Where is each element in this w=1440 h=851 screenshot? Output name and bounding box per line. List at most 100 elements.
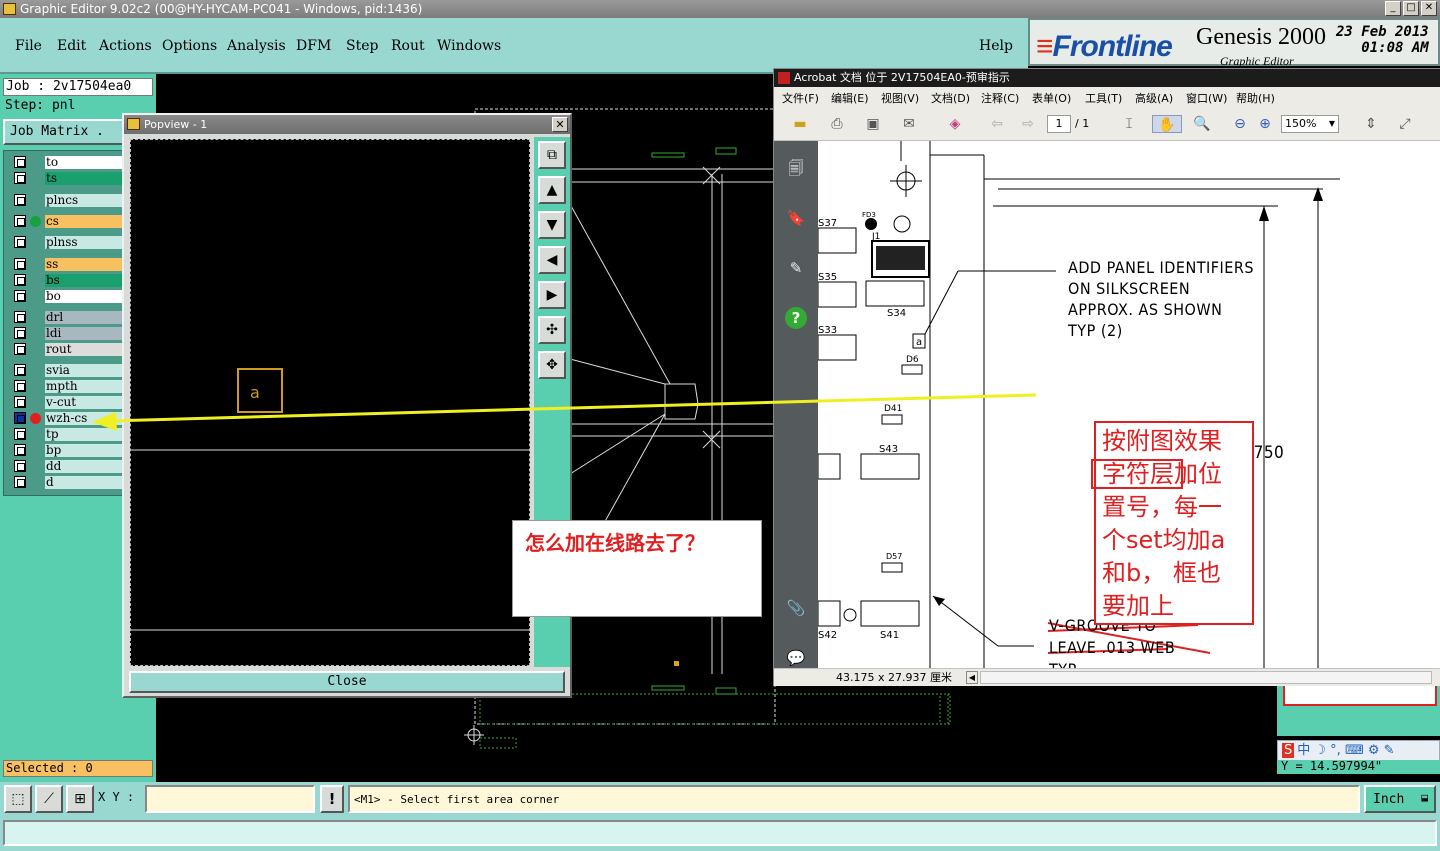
layer-checkbox[interactable] <box>14 215 26 227</box>
layer-name[interactable]: ldi <box>45 326 126 340</box>
layer-checkbox[interactable] <box>14 236 26 248</box>
layer-row-dd[interactable]: dd <box>10 459 126 473</box>
layer-checkbox[interactable] <box>14 444 26 456</box>
xy-input[interactable] <box>145 785 315 813</box>
select-tool-icon[interactable]: ⬚ <box>4 785 32 813</box>
zoom-tool-icon[interactable]: 🔍 <box>1192 115 1212 133</box>
pages-icon[interactable]: 🗐 <box>785 157 807 179</box>
layer-name[interactable]: d <box>45 475 126 489</box>
layer-name[interactable]: wzh-cs <box>45 411 126 425</box>
layer-row-mpth[interactable]: mpth <box>10 379 126 393</box>
page-number-input[interactable]: 1 <box>1047 115 1071 133</box>
layer-name[interactable]: cs <box>45 214 126 228</box>
layer-checkbox[interactable] <box>14 396 26 408</box>
fit-width-icon[interactable]: ⇕ <box>1361 115 1381 133</box>
email-icon[interactable]: ✉ <box>899 115 919 133</box>
layer-row-v-cut[interactable]: v-cut <box>10 395 126 409</box>
acrobat-menu-tools[interactable]: 工具(T) <box>1085 90 1122 106</box>
layer-checkbox[interactable] <box>14 258 26 270</box>
select-text-icon[interactable]: 𝙸 <box>1119 115 1139 133</box>
close-window-button[interactable]: ✕ <box>1421 1 1437 16</box>
layer-row-bo[interactable]: bo <box>10 289 126 303</box>
zoom-out-icon[interactable]: ⊖ <box>1230 115 1250 133</box>
menu-dfm[interactable]: DFM <box>296 38 331 54</box>
layer-row-rout[interactable]: rout <box>10 342 126 356</box>
layer-row-tp[interactable]: tp <box>10 427 126 441</box>
acrobat-menu-window[interactable]: 窗口(W) <box>1186 90 1227 106</box>
layer-row-cs[interactable]: cs <box>10 214 126 228</box>
layer-name[interactable]: bp <box>45 443 126 457</box>
acrobat-menu-edit[interactable]: 编辑(E) <box>831 90 869 106</box>
menu-options[interactable]: Options <box>162 38 217 54</box>
acrobat-menu-view[interactable]: 视图(V) <box>881 90 919 106</box>
unit-select[interactable]: Inch ⬓ <box>1364 785 1436 813</box>
layer-checkbox[interactable] <box>14 156 26 168</box>
zoom-home-icon[interactable]: ⧉ <box>538 141 566 169</box>
layer-checkbox[interactable] <box>14 428 26 440</box>
layer-checkbox[interactable] <box>14 412 26 424</box>
layer-row-plncs[interactable]: plncs <box>10 193 126 207</box>
pan-down-icon[interactable]: ▼ <box>538 211 566 239</box>
layer-checkbox[interactable] <box>14 172 26 184</box>
layer-row-ss[interactable]: ss <box>10 257 126 271</box>
layer-name[interactable]: v-cut <box>45 395 126 409</box>
maximize-button[interactable]: □ <box>1403 1 1419 16</box>
popview-canvas[interactable]: a <box>130 139 530 666</box>
layer-row-bs[interactable]: bs <box>10 273 126 287</box>
layer-name[interactable]: dd <box>45 459 126 473</box>
scroll-left-icon[interactable]: ◀ <box>966 671 978 684</box>
layer-name[interactable]: rout <box>45 342 126 356</box>
layer-checkbox[interactable] <box>14 460 26 472</box>
pdf-page[interactable]: S37 S35 S33 S34 FD3 J1 a D6 D41 S43 D57 … <box>818 141 1440 668</box>
layer-checkbox[interactable] <box>14 311 26 323</box>
layer-name[interactable]: plncs <box>45 193 126 207</box>
layer-checkbox[interactable] <box>14 343 26 355</box>
hand-tool-icon[interactable]: ✋ <box>1152 115 1182 133</box>
layer-name[interactable]: drl <box>45 310 126 324</box>
color-tool-icon[interactable]: ◈ <box>945 115 965 133</box>
layer-row-bp[interactable]: bp <box>10 443 126 457</box>
next-page-icon[interactable]: ⇨ <box>1018 115 1038 133</box>
menu-analysis[interactable]: Analysis <box>227 38 286 54</box>
menu-edit[interactable]: Edit <box>57 38 86 54</box>
acrobat-menu-file[interactable]: 文件(F) <box>782 90 819 106</box>
layer-name[interactable]: tp <box>45 427 126 441</box>
layer-checkbox[interactable] <box>14 327 26 339</box>
layer-name[interactable]: bo <box>45 289 126 303</box>
layer-row-d[interactable]: d <box>10 475 126 489</box>
print-icon[interactable]: ⎙ <box>827 115 847 133</box>
alert-icon[interactable]: ! <box>320 785 344 813</box>
layer-row-to[interactable]: to <box>10 155 126 169</box>
acrobat-menu-advanced[interactable]: 高级(A) <box>1135 90 1173 106</box>
measure-tool-icon[interactable]: ⟋ <box>35 785 63 813</box>
signatures-icon[interactable]: ✎ <box>785 257 807 279</box>
popview-close-icon[interactable]: ✕ <box>552 117 568 132</box>
layer-checkbox[interactable] <box>14 476 26 488</box>
horizontal-scrollbar[interactable] <box>980 671 1432 684</box>
pan-left-icon[interactable]: ◀ <box>538 246 566 274</box>
layer-checkbox[interactable] <box>14 274 26 286</box>
job-matrix-button[interactable]: Job Matrix . <box>3 119 128 145</box>
layer-row-plnss[interactable]: plnss <box>10 235 126 249</box>
layer-name[interactable]: plnss <box>45 235 126 249</box>
open-folder-icon[interactable]: ▬ <box>790 115 810 133</box>
previous-page-icon[interactable]: ⇦ <box>987 115 1007 133</box>
menu-actions[interactable]: Actions <box>99 38 152 54</box>
acrobat-menu-comments[interactable]: 注释(C) <box>981 90 1019 106</box>
layer-row-wzh-cs[interactable]: wzh-cs <box>10 411 126 425</box>
grid-tool-icon[interactable]: ⊞ <box>66 785 94 813</box>
zoom-in-icon[interactable]: ✣ <box>538 316 566 344</box>
popview-close-button[interactable]: Close <box>129 671 565 693</box>
menu-windows[interactable]: Windows <box>437 38 501 54</box>
acrobat-menu-help[interactable]: 帮助(H) <box>1236 90 1275 106</box>
layer-name[interactable]: ss <box>45 257 126 271</box>
acrobat-menu-forms[interactable]: 表单(O) <box>1032 90 1071 106</box>
layer-name[interactable]: bs <box>45 273 126 287</box>
pan-up-icon[interactable]: ▲ <box>538 176 566 204</box>
layer-checkbox[interactable] <box>14 290 26 302</box>
menu-file[interactable]: File <box>15 38 42 54</box>
layer-name[interactable]: svia <box>45 363 126 377</box>
bookmarks-icon[interactable]: 🔖 <box>785 207 807 229</box>
zoom-select[interactable]: 150% ▼ <box>1281 115 1339 133</box>
pan-right-icon[interactable]: ▶ <box>538 281 566 309</box>
